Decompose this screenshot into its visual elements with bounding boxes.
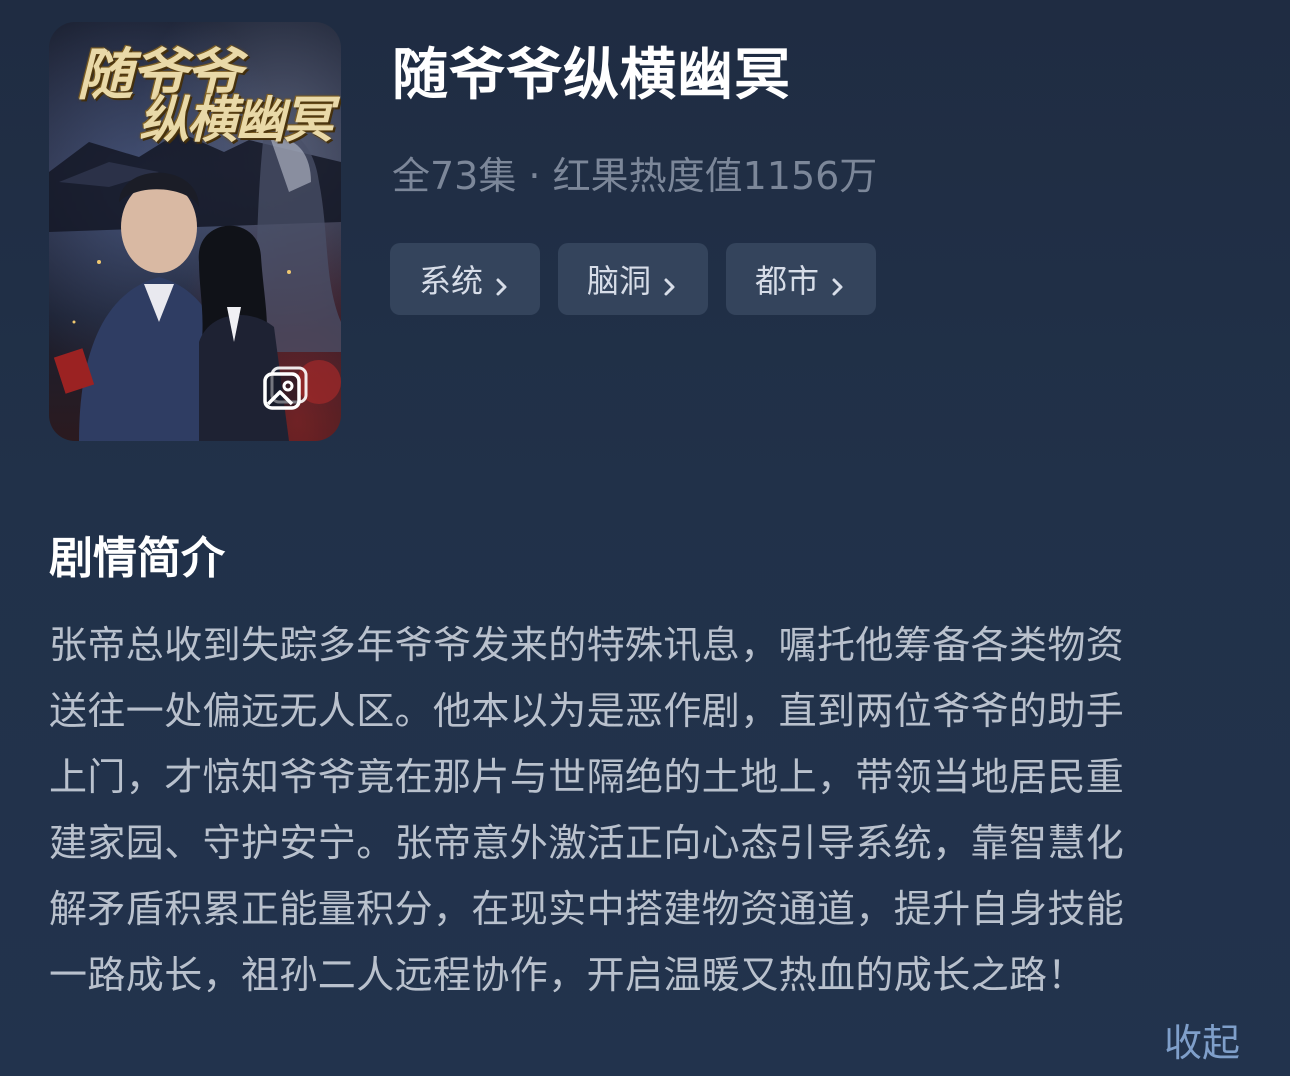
tag-label: 系统 <box>418 262 483 300</box>
cover-title-line2: 纵横幽冥 <box>139 90 333 149</box>
tag-list: 系统 脑洞 都市 <box>390 243 876 315</box>
chevron-right-icon <box>493 268 511 296</box>
tag-system[interactable]: 系统 <box>390 243 540 315</box>
gallery-icon[interactable] <box>262 364 310 412</box>
synopsis-line: 张帝总收到失踪多年爷爷发来的特殊讯息，嘱托他筹备各类物资 <box>49 623 1125 667</box>
synopsis-line: 上门，才惊知爷爷竟在那片与世隔绝的土地上，带领当地居民重 <box>49 755 1125 799</box>
tag-urban[interactable]: 都市 <box>726 243 876 315</box>
synopsis-line: 一路成长，祖孙二人远程协作，开启温暖又热血的成长之路！ <box>49 953 1086 997</box>
drama-title: 随爷爷纵横幽冥 <box>392 43 791 108</box>
cover-title-art: 随爷爷 纵横幽冥 <box>49 22 341 162</box>
chevron-right-icon <box>661 268 679 296</box>
tag-label: 脑洞 <box>586 262 651 300</box>
synopsis-line: 送往一处偏远无人区。他本以为是恶作剧，直到两位爷爷的助手 <box>49 689 1125 733</box>
synopsis-line: 建家园、守护安宁。张帝意外激活正向心态引导系统，靠智慧化 <box>49 821 1125 865</box>
tag-brain-hole[interactable]: 脑洞 <box>558 243 708 315</box>
synopsis-text: 张帝总收到失踪多年爷爷发来的特殊讯息，嘱托他筹备各类物资 送往一处偏远无人区。他… <box>49 612 1229 1008</box>
drama-meta: 全73集 · 红果热度值1156万 <box>392 154 878 198</box>
tag-label: 都市 <box>754 262 819 300</box>
synopsis-heading: 剧情简介 <box>49 533 225 584</box>
chevron-right-icon <box>829 268 847 296</box>
synopsis-line: 解矛盾积累正能量积分，在现实中搭建物资通道，提升自身技能 <box>49 887 1125 931</box>
cover-image[interactable]: 随爷爷 纵横幽冥 <box>49 22 341 441</box>
collapse-button[interactable]: 收起 <box>1164 1012 1240 1067</box>
